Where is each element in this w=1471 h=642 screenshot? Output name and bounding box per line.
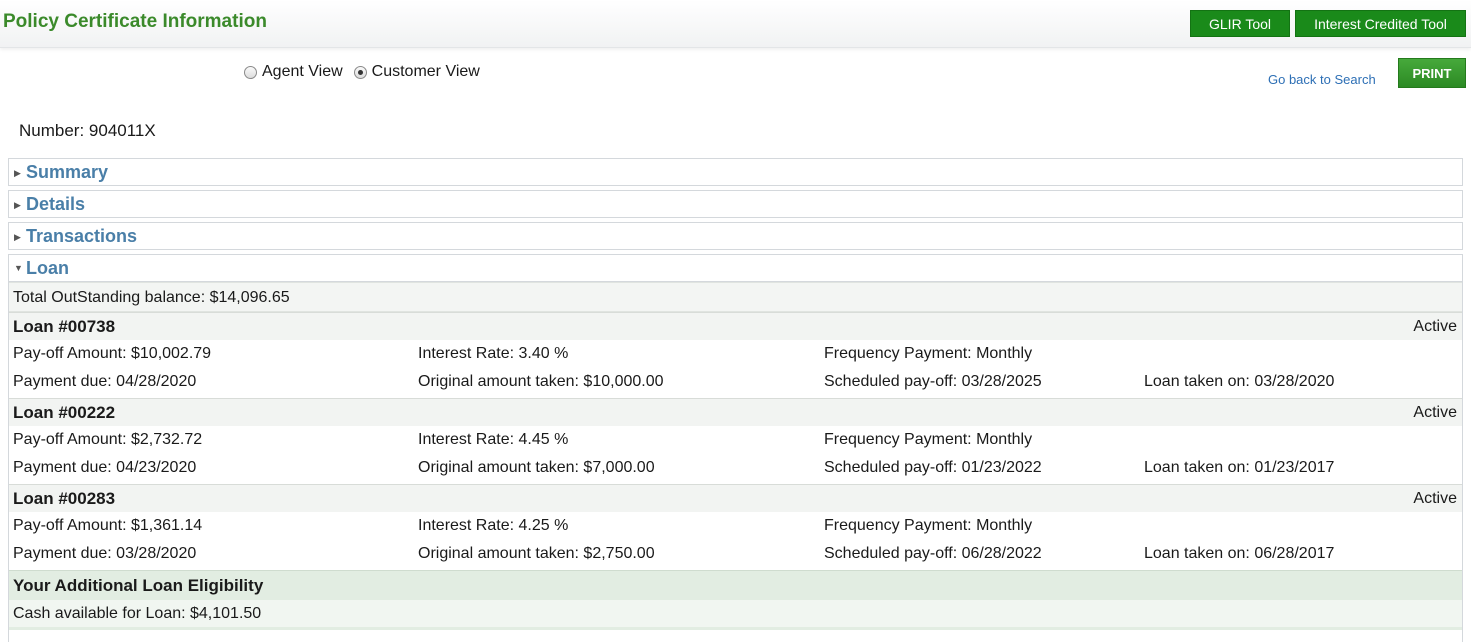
loan-title: Loan #00283 (13, 489, 116, 508)
scheduled-payoff: Scheduled pay-off: 06/28/2022 (824, 545, 1042, 562)
original-amount: Original amount taken: $10,000.00 (418, 373, 664, 390)
loan-detail-row: Payment due: 03/28/2020 Original amount … (9, 540, 1462, 568)
loan-title: Loan #00738 (13, 317, 116, 336)
loan-detail-row: Pay-off Amount: $1,361.14 Interest Rate:… (9, 512, 1462, 540)
payoff-amount: Pay-off Amount: $2,732.72 (13, 431, 203, 448)
loan-detail-row: Pay-off Amount: $2,732.72 Interest Rate:… (9, 426, 1462, 454)
scheduled-payoff: Scheduled pay-off: 03/28/2025 (824, 373, 1042, 390)
loan-header: Loan #00283 Active (9, 484, 1462, 512)
view-toggle: Agent View Customer View (243, 63, 490, 81)
payoff-amount: Pay-off Amount: $10,002.79 (13, 345, 212, 362)
agent-view-option[interactable]: Agent View (243, 63, 343, 81)
cash-available: Cash available for Loan: $4,101.50 (13, 605, 262, 622)
payment-due: Payment due: 04/23/2020 (13, 459, 197, 476)
loan-taken-on: Loan taken on: 03/28/2020 (1144, 373, 1335, 390)
print-button[interactable]: PRINT (1398, 58, 1466, 88)
payoff-amount: Pay-off Amount: $1,361.14 (13, 517, 203, 534)
loan-title: Loan #00222 (13, 403, 116, 422)
original-amount: Original amount taken: $2,750.00 (418, 545, 655, 562)
payment-due: Payment due: 04/28/2020 (13, 373, 197, 390)
cash-available-row: Cash available for Loan: $4,101.50 (9, 600, 1462, 630)
interest-rate: Interest Rate: 4.25 % (418, 517, 569, 534)
section-details-label: Details (26, 194, 86, 214)
loan-detail-row: Payment due: 04/28/2020 Original amount … (9, 368, 1462, 396)
policy-number: Number: 904011X (19, 121, 156, 140)
page-title: Policy Certificate Information (3, 11, 267, 32)
section-loan-label: Loan (26, 258, 69, 278)
caret-down-icon: ▼ (14, 263, 23, 273)
caret-right-icon: ▶ (14, 232, 21, 242)
section-summary-label: Summary (26, 162, 109, 182)
loan-panel: Total OutStanding balance: $14,096.65 Lo… (8, 282, 1463, 642)
section-summary[interactable]: ▶ Summary (8, 158, 1463, 186)
eligibility-header: Your Additional Loan Eligibility (9, 570, 1462, 600)
loan-header: Loan #00738 Active (9, 312, 1462, 340)
payment-frequency: Frequency Payment: Monthly (824, 517, 1033, 534)
interest-credited-tool-button[interactable]: Interest Credited Tool (1295, 10, 1466, 37)
loan-status: Active (1413, 490, 1457, 507)
payment-due: Payment due: 03/28/2020 (13, 545, 197, 562)
payment-frequency: Frequency Payment: Monthly (824, 345, 1033, 362)
section-loan[interactable]: ▼ Loan (8, 254, 1463, 282)
interest-rate: Interest Rate: 3.40 % (418, 345, 569, 362)
customer-view-label: Customer View (371, 63, 480, 80)
loan-status: Active (1413, 404, 1457, 421)
loan-detail-row: Payment due: 04/23/2020 Original amount … (9, 454, 1462, 482)
customer-view-option[interactable]: Customer View (353, 63, 480, 81)
customer-view-radio[interactable] (353, 65, 367, 79)
section-transactions-label: Transactions (26, 226, 138, 246)
loan-taken-on: Loan taken on: 01/23/2017 (1144, 459, 1335, 476)
section-transactions[interactable]: ▶ Transactions (8, 222, 1463, 250)
agent-view-radio[interactable] (244, 65, 257, 79)
agent-view-label: Agent View (262, 63, 343, 80)
glir-tool-button[interactable]: GLIR Tool (1190, 10, 1290, 37)
loan-header: Loan #00222 Active (9, 398, 1462, 426)
header-bar: Policy Certificate Information GLIR Tool… (0, 0, 1471, 48)
total-balance-row: Total OutStanding balance: $14,096.65 (9, 282, 1462, 312)
loan-status: Active (1413, 318, 1457, 335)
original-amount: Original amount taken: $7,000.00 (418, 459, 655, 476)
section-details[interactable]: ▶ Details (8, 190, 1463, 218)
eligibility-title: Your Additional Loan Eligibility (13, 576, 264, 595)
back-to-search-link[interactable]: Go back to Search (1268, 72, 1376, 87)
loan-detail-row: Pay-off Amount: $10,002.79 Interest Rate… (9, 340, 1462, 368)
loan-taken-on: Loan taken on: 06/28/2017 (1144, 545, 1335, 562)
caret-right-icon: ▶ (14, 168, 21, 178)
interest-rate: Interest Rate: 4.45 % (418, 431, 569, 448)
scheduled-payoff: Scheduled pay-off: 01/23/2022 (824, 459, 1042, 476)
total-balance: Total OutStanding balance: $14,096.65 (13, 289, 290, 306)
caret-right-icon: ▶ (14, 200, 21, 210)
payment-frequency: Frequency Payment: Monthly (824, 431, 1033, 448)
